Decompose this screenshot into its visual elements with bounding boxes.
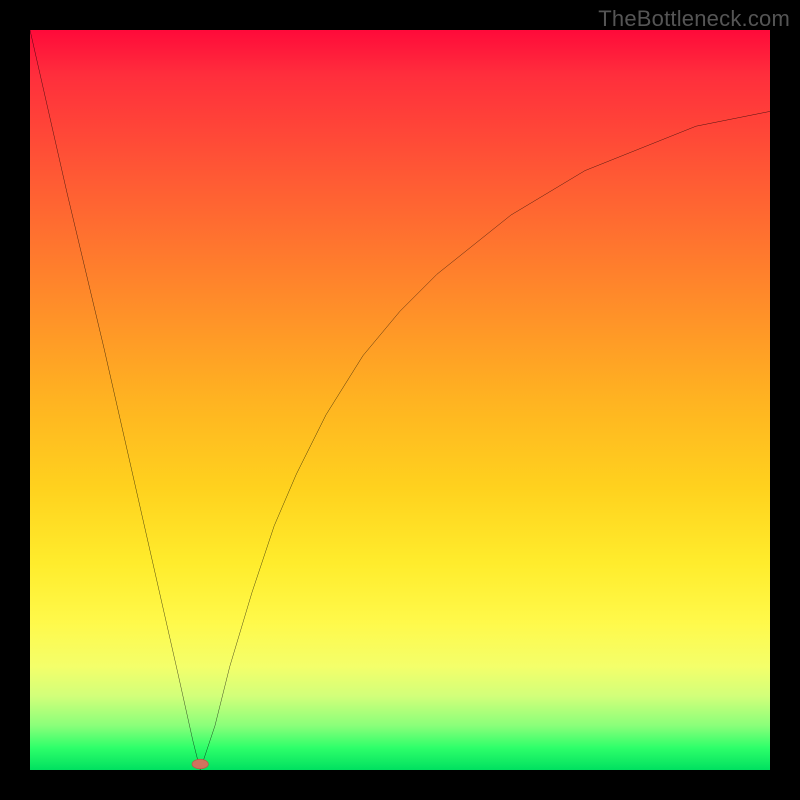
- curve-right-branch: [200, 111, 770, 770]
- curve-overlay: [30, 30, 770, 770]
- vertex-marker: [192, 759, 208, 769]
- curve-left-branch: [30, 30, 200, 770]
- attribution-text: TheBottleneck.com: [598, 6, 790, 32]
- gradient-plot-area: [30, 30, 770, 770]
- chart-frame: TheBottleneck.com: [0, 0, 800, 800]
